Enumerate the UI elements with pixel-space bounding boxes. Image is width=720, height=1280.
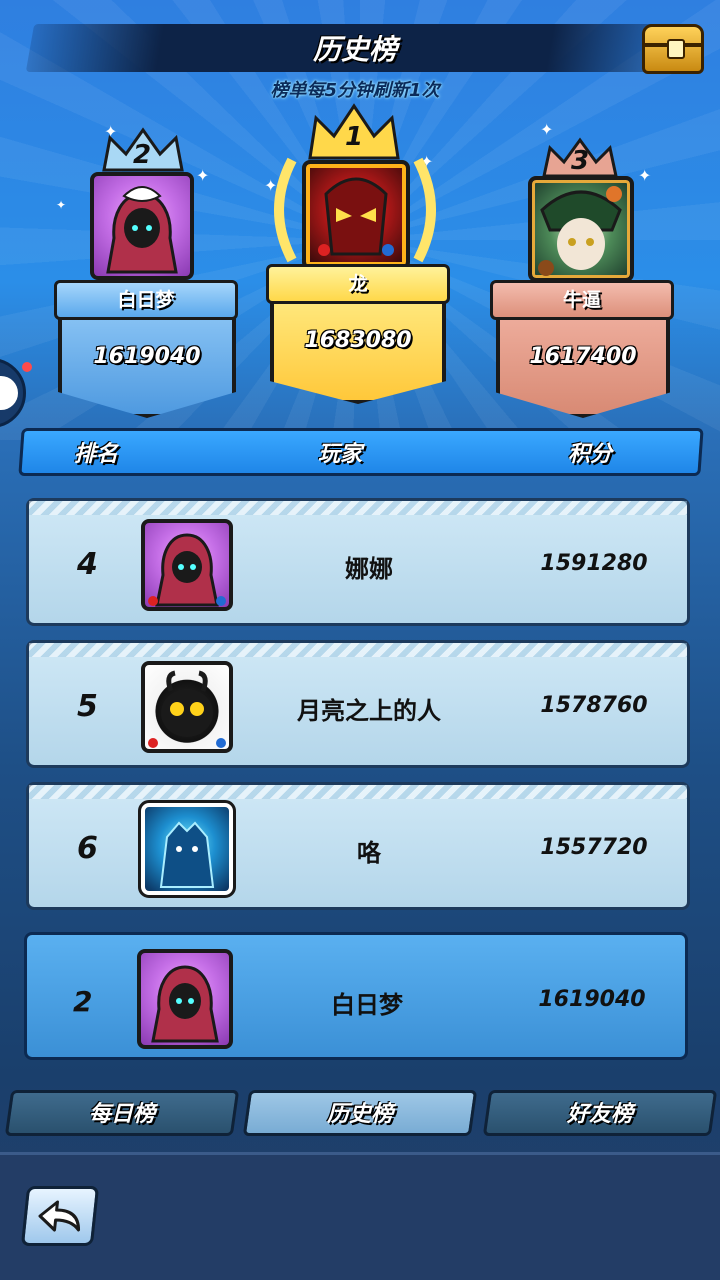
column-header-player: 玩家	[318, 442, 363, 467]
my-rank-row[interactable]: 2 白日梦 1619040	[24, 932, 688, 1060]
row-rank: 4	[77, 547, 98, 582]
row-player-name: 娜娜	[345, 555, 393, 583]
table-row[interactable]: 5 月亮之上的人 1578760	[26, 640, 690, 768]
column-header-rank: 排名	[74, 442, 119, 467]
refresh-note: 榜单每5分钟刷新1次	[270, 80, 440, 101]
row-player-name: 月亮之上的人	[297, 697, 441, 725]
row-player-name: 咯	[357, 839, 381, 867]
notification-dot	[22, 362, 32, 372]
podium-name: 白日梦	[54, 280, 238, 320]
my-rank: 2	[73, 985, 93, 1018]
table-row[interactable]: 4 娜娜 1591280	[26, 498, 690, 626]
player-avatar	[137, 949, 233, 1049]
player-avatar	[141, 661, 233, 753]
sparkle-icon: ✦	[638, 166, 652, 185]
row-rank: 5	[77, 689, 98, 724]
podium-rank-2: 2	[132, 140, 152, 170]
row-score: 1591280	[540, 551, 648, 576]
player-avatar	[90, 172, 194, 280]
player-avatar	[141, 519, 233, 611]
sparkle-icon: ✦	[56, 198, 67, 212]
column-header-score: 积分	[568, 442, 613, 467]
podium-rank-1: 1	[344, 122, 364, 152]
podium-name: 牛逼	[490, 280, 674, 320]
podium-score: 1683080	[304, 328, 412, 353]
tab-friends-label: 好友榜	[566, 1102, 633, 1127]
page-title: 历史榜	[312, 33, 397, 66]
row-score: 1578760	[540, 693, 648, 718]
sparkle-icon: ✦	[196, 166, 210, 185]
my-player-name: 白日梦	[331, 991, 403, 1019]
footer-bar	[0, 1152, 720, 1280]
row-rank: 6	[77, 831, 98, 866]
back-arrow-icon	[38, 1200, 81, 1232]
player-avatar	[528, 176, 634, 282]
podium-rank-3: 3	[570, 146, 590, 176]
treasure-chest-icon[interactable]	[642, 24, 704, 74]
tab-history-label: 历史榜	[326, 1102, 393, 1127]
podium-score: 1617400	[529, 344, 637, 369]
back-button[interactable]	[20, 1186, 100, 1246]
player-avatar	[138, 800, 236, 898]
podium-score: 1619040	[93, 344, 201, 369]
row-score: 1557720	[540, 835, 648, 860]
my-score: 1619040	[538, 987, 646, 1012]
table-row[interactable]: 6 咯 1557720	[26, 782, 690, 910]
podium-name: 龙	[266, 264, 450, 304]
player-avatar	[302, 160, 410, 270]
tab-daily-label: 每日榜	[88, 1102, 155, 1127]
